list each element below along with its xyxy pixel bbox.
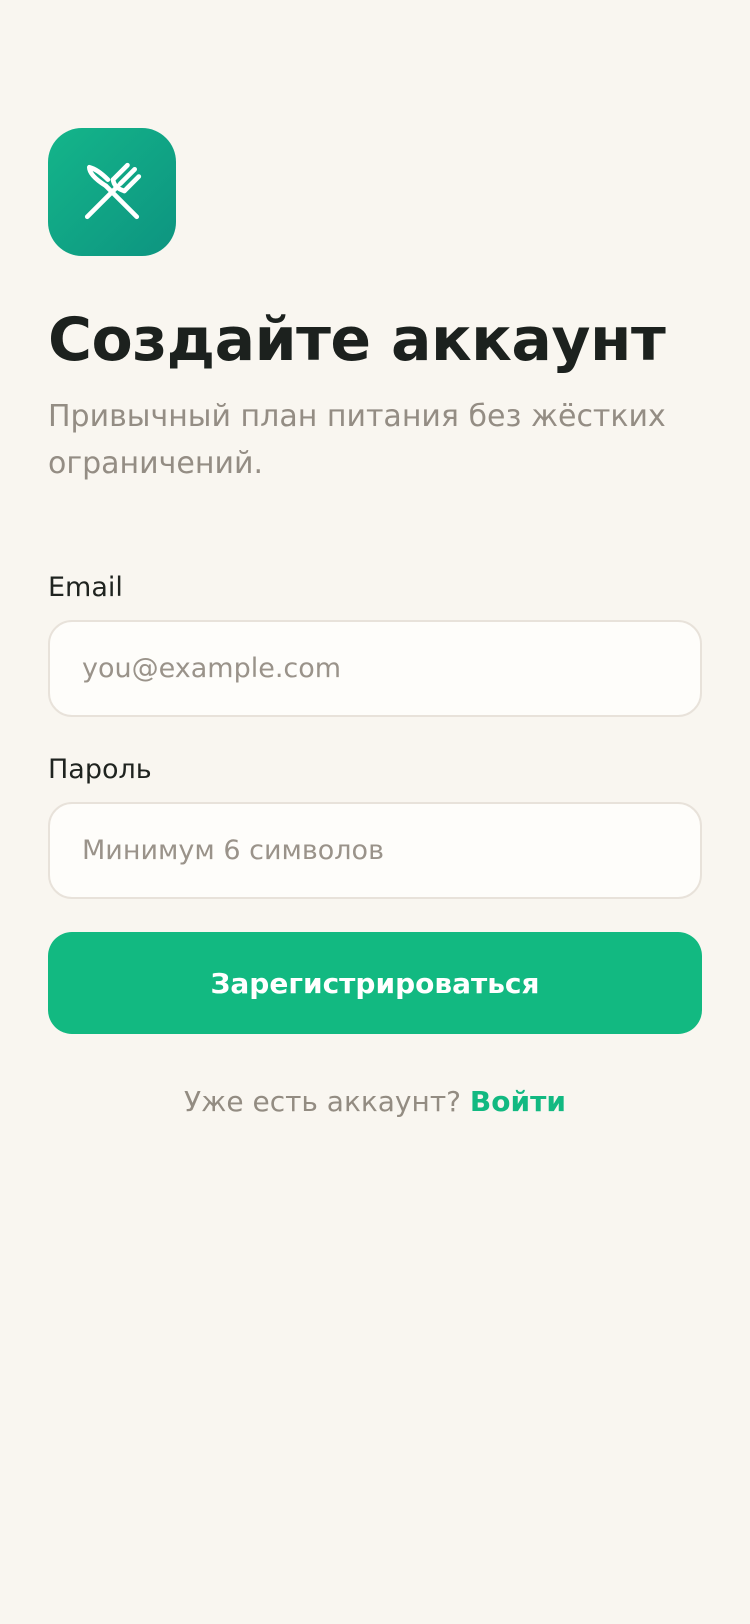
login-link[interactable]: Войти	[470, 1085, 566, 1118]
page-title: Создайте аккаунт	[48, 305, 666, 375]
email-field[interactable]	[48, 620, 702, 717]
signup-screen: Создайте аккаунт Привычный план питания …	[0, 0, 750, 1624]
email-label: Email	[48, 572, 123, 603]
utensils-crossed-icon	[84, 162, 142, 220]
password-label: Пароль	[48, 754, 152, 785]
login-prompt-text: Уже есть аккаунт?	[184, 1085, 470, 1118]
page-subtitle: Привычный план питания без жёстких огран…	[48, 399, 666, 481]
password-field[interactable]	[48, 802, 702, 899]
register-button[interactable]: Зарегистрироваться	[48, 932, 702, 1034]
login-prompt-row: Уже есть аккаунт? Войти	[0, 1082, 750, 1122]
app-logo	[48, 128, 176, 256]
